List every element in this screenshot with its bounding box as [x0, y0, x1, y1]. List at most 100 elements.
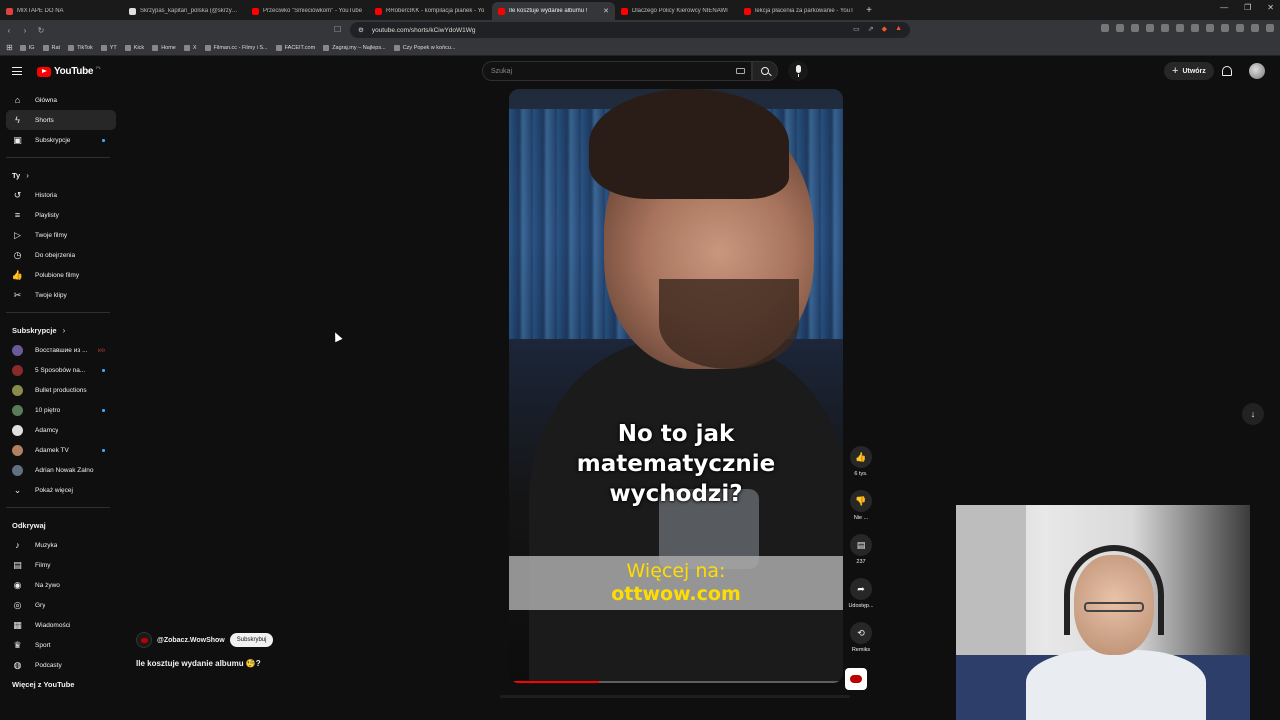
sidebar-item[interactable]: ◷ Do obejrzenia: [6, 245, 116, 265]
minimize-icon[interactable]: —: [1220, 3, 1228, 12]
search-button[interactable]: [752, 61, 778, 81]
extension-icon[interactable]: [1221, 24, 1229, 32]
youtube-logo[interactable]: YouTube PL: [37, 65, 101, 77]
browser-tab[interactable]: Ile kosztuje wydanie albumu ! ✕: [492, 2, 615, 20]
channel-avatar[interactable]: [136, 632, 152, 648]
forward-icon[interactable]: ›: [18, 26, 32, 35]
sidebar-item[interactable]: ♛ Sport: [6, 635, 116, 655]
close-tab-icon[interactable]: ✕: [603, 7, 609, 15]
brave-rewards-icon[interactable]: ▲: [895, 25, 902, 33]
extension-icon[interactable]: [1176, 24, 1184, 32]
sidebar-item[interactable]: ▷ Twoje filmy: [6, 225, 116, 245]
sidebar-item[interactable]: ≡ Playlisty: [6, 205, 116, 225]
browser-tab[interactable]: Przeciwko "Śmieciówkom" - YouTube: [246, 2, 369, 20]
sidebar-item[interactable]: ✂ Twoje klipy: [6, 285, 116, 305]
sidebar-item[interactable]: ◍ Podcasty: [6, 655, 116, 675]
close-window-icon[interactable]: ✕: [1267, 3, 1274, 12]
shorts-video-player[interactable]: No to jak matematycznie wychodzi? Więcej…: [509, 89, 843, 683]
bookmark-item[interactable]: TikTok: [68, 44, 93, 51]
browser-tab[interactable]: lekcja płacenia za parkowanie - YouT: [738, 2, 861, 20]
subscribe-button[interactable]: Subskrybuj: [229, 633, 274, 647]
bookmark-item[interactable]: FACEIT.com: [275, 44, 315, 51]
back-icon[interactable]: ‹: [2, 26, 16, 35]
video-title[interactable]: Ile kosztuje wydanie albumu 🧐?: [136, 659, 261, 668]
bookmark-item[interactable]: IG: [19, 44, 35, 51]
bookmark-favicon-icon: [393, 44, 400, 51]
sidebar-item[interactable]: ◉ Na żywo: [6, 575, 116, 595]
browser-tab[interactable]: Dlaczego Policy Kierowcy NIENAWI: [615, 2, 738, 20]
browser-tab[interactable]: RRobercIKK - kompilacja pianek - Yo: [369, 2, 492, 20]
extension-icon[interactable]: [1161, 24, 1169, 32]
extension-icon[interactable]: [1206, 24, 1214, 32]
new-tab-button[interactable]: +: [861, 5, 877, 16]
sidebar-item[interactable]: ▤ Filmy: [6, 555, 116, 575]
share-action[interactable]: ➦ Udostęp...: [845, 578, 877, 622]
subscription-item[interactable]: Adamcy: [6, 420, 116, 440]
apps-icon[interactable]: ⊞: [6, 43, 13, 52]
subscription-item[interactable]: Восставшие из ... ((•)): [6, 340, 116, 360]
you-section-header[interactable]: Ty ›: [6, 165, 116, 185]
subscription-item[interactable]: Adrian Nowak Zalno: [6, 460, 116, 480]
address-bar[interactable]: ☐ ⚙ youtube.com/shorts/kCiwYdoW1Wg ▭ ⇗ ◆…: [334, 22, 910, 38]
brave-shield-icon[interactable]: ◆: [882, 25, 887, 33]
reload-icon[interactable]: ↻: [34, 26, 48, 35]
bookmark-item[interactable]: Kick: [124, 44, 144, 51]
voice-search-icon[interactable]: [788, 61, 808, 81]
dislike-action[interactable]: 👎 Nie ...: [845, 490, 877, 534]
extension-icon[interactable]: [1116, 24, 1124, 32]
bookmark-item[interactable]: Zagraj.my – Najleps...: [323, 44, 386, 51]
notifications-bell-icon[interactable]: [1222, 66, 1232, 76]
bookmark-item[interactable]: Czy Popek w końcu...: [393, 44, 456, 51]
bookmark-item[interactable]: X: [183, 44, 197, 51]
like-action[interactable]: 👍 6 tys.: [845, 446, 877, 490]
subscription-item[interactable]: 5 Sposobów na...: [6, 360, 116, 380]
sidebar-item[interactable]: ▣ Subskrypcje: [6, 130, 116, 150]
sidebar-item[interactable]: ♪ Muzyka: [6, 535, 116, 555]
hamburger-menu-icon[interactable]: [12, 67, 22, 75]
like-icon[interactable]: 👍: [850, 446, 872, 468]
browser-tab[interactable]: Skrzypas_kapitan_polska (@skrzypas: [123, 2, 246, 20]
subscription-item[interactable]: Adamek TV: [6, 440, 116, 460]
install-icon[interactable]: ▭: [853, 25, 860, 33]
extension-icon[interactable]: [1251, 24, 1259, 32]
extension-icon[interactable]: [1146, 24, 1154, 32]
restore-icon[interactable]: ❐: [1244, 3, 1251, 12]
browser-tab[interactable]: MIXTAPE DO NA: [0, 2, 123, 20]
keyboard-icon[interactable]: [736, 68, 745, 74]
bookmark-icon[interactable]: ☐: [334, 25, 341, 34]
comment-action[interactable]: ▤ 237: [845, 534, 877, 578]
subscriptions-section-header[interactable]: Subskrypcje ›: [6, 320, 116, 340]
account-avatar[interactable]: [1249, 63, 1265, 79]
extension-icon[interactable]: [1101, 24, 1109, 32]
sidebar-item[interactable]: ◎ Gry: [6, 595, 116, 615]
bookmark-item[interactable]: Rat: [42, 44, 60, 51]
share-page-icon[interactable]: ⇗: [868, 25, 874, 33]
dislike-icon[interactable]: 👎: [850, 490, 872, 512]
site-info-icon[interactable]: ⚙: [358, 26, 364, 34]
sidebar-item[interactable]: ⌂ Główna: [6, 90, 116, 110]
remix-icon[interactable]: ⟲: [850, 622, 872, 644]
bookmark-item[interactable]: Filman.cc - Filmy i S...: [204, 44, 268, 51]
video-progress-bar[interactable]: [509, 681, 843, 683]
channel-thumbnail[interactable]: [845, 668, 867, 690]
channel-handle[interactable]: @Zobacz.WowShow: [157, 637, 225, 644]
sidebar-item[interactable]: ▦ Wiadomości: [6, 615, 116, 635]
create-button[interactable]: + Utwórz: [1164, 62, 1214, 80]
bookmark-item[interactable]: Home: [152, 44, 176, 51]
sidebar-item[interactable]: 👍 Polubione filmy: [6, 265, 116, 285]
extension-icon[interactable]: [1236, 24, 1244, 32]
extension-icon[interactable]: [1191, 24, 1199, 32]
search-input[interactable]: Szukaj: [482, 61, 752, 81]
bookmark-item[interactable]: YT: [100, 44, 117, 51]
share-icon[interactable]: ➦: [850, 578, 872, 600]
subscription-item[interactable]: 10 piętro: [6, 400, 116, 420]
sidebar-item[interactable]: ϟ Shorts: [6, 110, 116, 130]
comment-icon[interactable]: ▤: [850, 534, 872, 556]
subscription-item[interactable]: Bullet productions: [6, 380, 116, 400]
sidebar-item[interactable]: ↺ Historia: [6, 185, 116, 205]
show-more-button[interactable]: ⌄ Pokaż więcej: [6, 480, 116, 500]
next-video-arrow-icon[interactable]: ↓: [1242, 403, 1264, 425]
extension-icon[interactable]: [1131, 24, 1139, 32]
menu-icon[interactable]: [1266, 24, 1274, 32]
remix-action[interactable]: ⟲ Remiks: [845, 622, 877, 666]
